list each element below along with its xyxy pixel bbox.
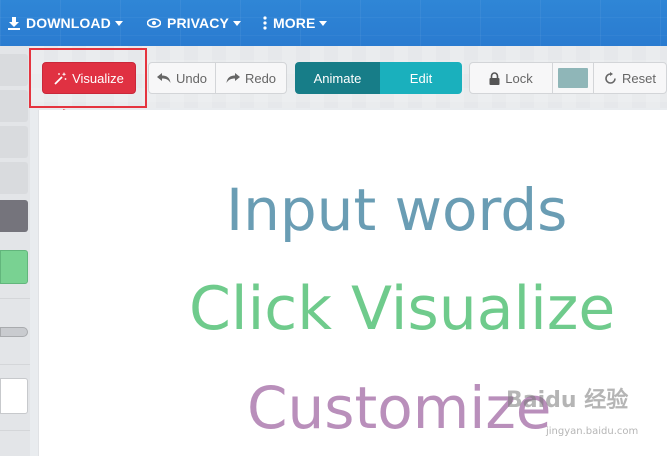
- animate-label: Animate: [313, 70, 362, 86]
- slider-track[interactable]: [0, 327, 28, 337]
- download-label: DOWNLOAD: [26, 15, 111, 31]
- visualize-button[interactable]: Visualize: [42, 62, 136, 94]
- lock-label: Lock: [505, 70, 533, 86]
- reset-button[interactable]: Reset: [593, 62, 667, 94]
- sidebar-tile[interactable]: [0, 126, 28, 158]
- download-menu[interactable]: DOWNLOAD: [8, 14, 123, 32]
- left-sidebar: [0, 46, 30, 456]
- sidebar-tile[interactable]: [0, 90, 28, 122]
- animate-button[interactable]: Animate: [295, 62, 380, 94]
- sidebar-tile[interactable]: [0, 162, 28, 194]
- sidebar-input[interactable]: [0, 378, 28, 414]
- sidebar-tab-active[interactable]: [0, 200, 28, 232]
- edit-label: Edit: [409, 70, 433, 86]
- privacy-label: PRIVACY: [167, 15, 229, 31]
- divider: [0, 364, 30, 365]
- watermark-url: jingyan.baidu.com: [546, 426, 639, 437]
- eye-icon: [147, 17, 161, 29]
- word-input-words[interactable]: Input words: [226, 176, 567, 244]
- sidebar-tile[interactable]: [0, 54, 28, 86]
- color-button[interactable]: [0, 250, 28, 284]
- divider: [0, 298, 30, 299]
- privacy-menu[interactable]: PRIVACY: [147, 14, 241, 32]
- chevron-down-icon: [114, 21, 123, 26]
- edit-button[interactable]: Edit: [380, 62, 462, 94]
- redo-icon: [226, 73, 240, 83]
- lock-button[interactable]: Lock: [469, 62, 553, 94]
- magic-wand-icon: [54, 71, 67, 85]
- divider: [0, 430, 30, 431]
- chevron-down-icon: [232, 21, 241, 26]
- reset-label: Reset: [622, 70, 656, 86]
- undo-label: Undo: [175, 70, 208, 86]
- undo-icon: [156, 73, 171, 83]
- more-label: MORE: [273, 15, 316, 31]
- download-icon: [8, 16, 20, 30]
- color-swatch: [558, 68, 588, 88]
- redo-label: Redo: [244, 70, 277, 86]
- word-click-visualize[interactable]: Click Visualize: [189, 274, 615, 344]
- vertical-dots-icon: [263, 16, 267, 30]
- chevron-down-icon: [319, 21, 328, 26]
- top-nav-bar: DOWNLOAD PRIVACY MORE: [0, 0, 667, 46]
- visualize-label: Visualize: [72, 70, 124, 86]
- color-picker-button[interactable]: [552, 62, 594, 94]
- reset-icon: [604, 71, 617, 85]
- undo-button[interactable]: Undo: [148, 62, 216, 94]
- lock-icon: [489, 71, 500, 85]
- redo-button[interactable]: Redo: [215, 62, 287, 94]
- watermark-logo: Baidu 经验: [506, 388, 629, 413]
- more-menu[interactable]: MORE: [263, 14, 328, 32]
